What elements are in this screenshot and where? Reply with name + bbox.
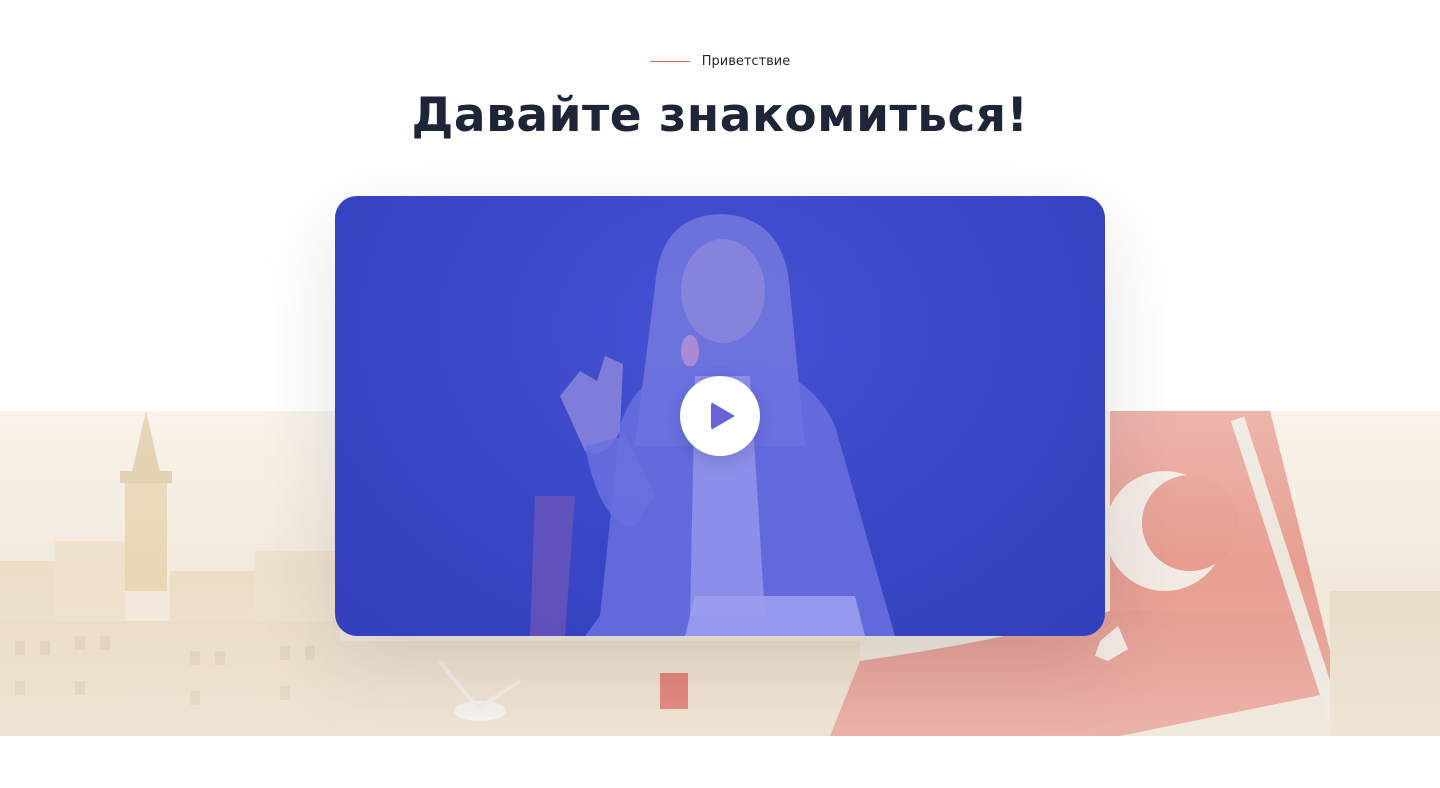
- video-player[interactable]: [335, 196, 1105, 636]
- play-icon: [711, 402, 735, 430]
- eyebrow-label: Приветствие: [701, 54, 791, 69]
- section-title: Давайте знакомиться!: [411, 88, 1029, 143]
- eyebrow-accent-line: [649, 61, 690, 62]
- play-button[interactable]: [680, 376, 760, 456]
- section-eyebrow: Приветствие: [0, 54, 1440, 69]
